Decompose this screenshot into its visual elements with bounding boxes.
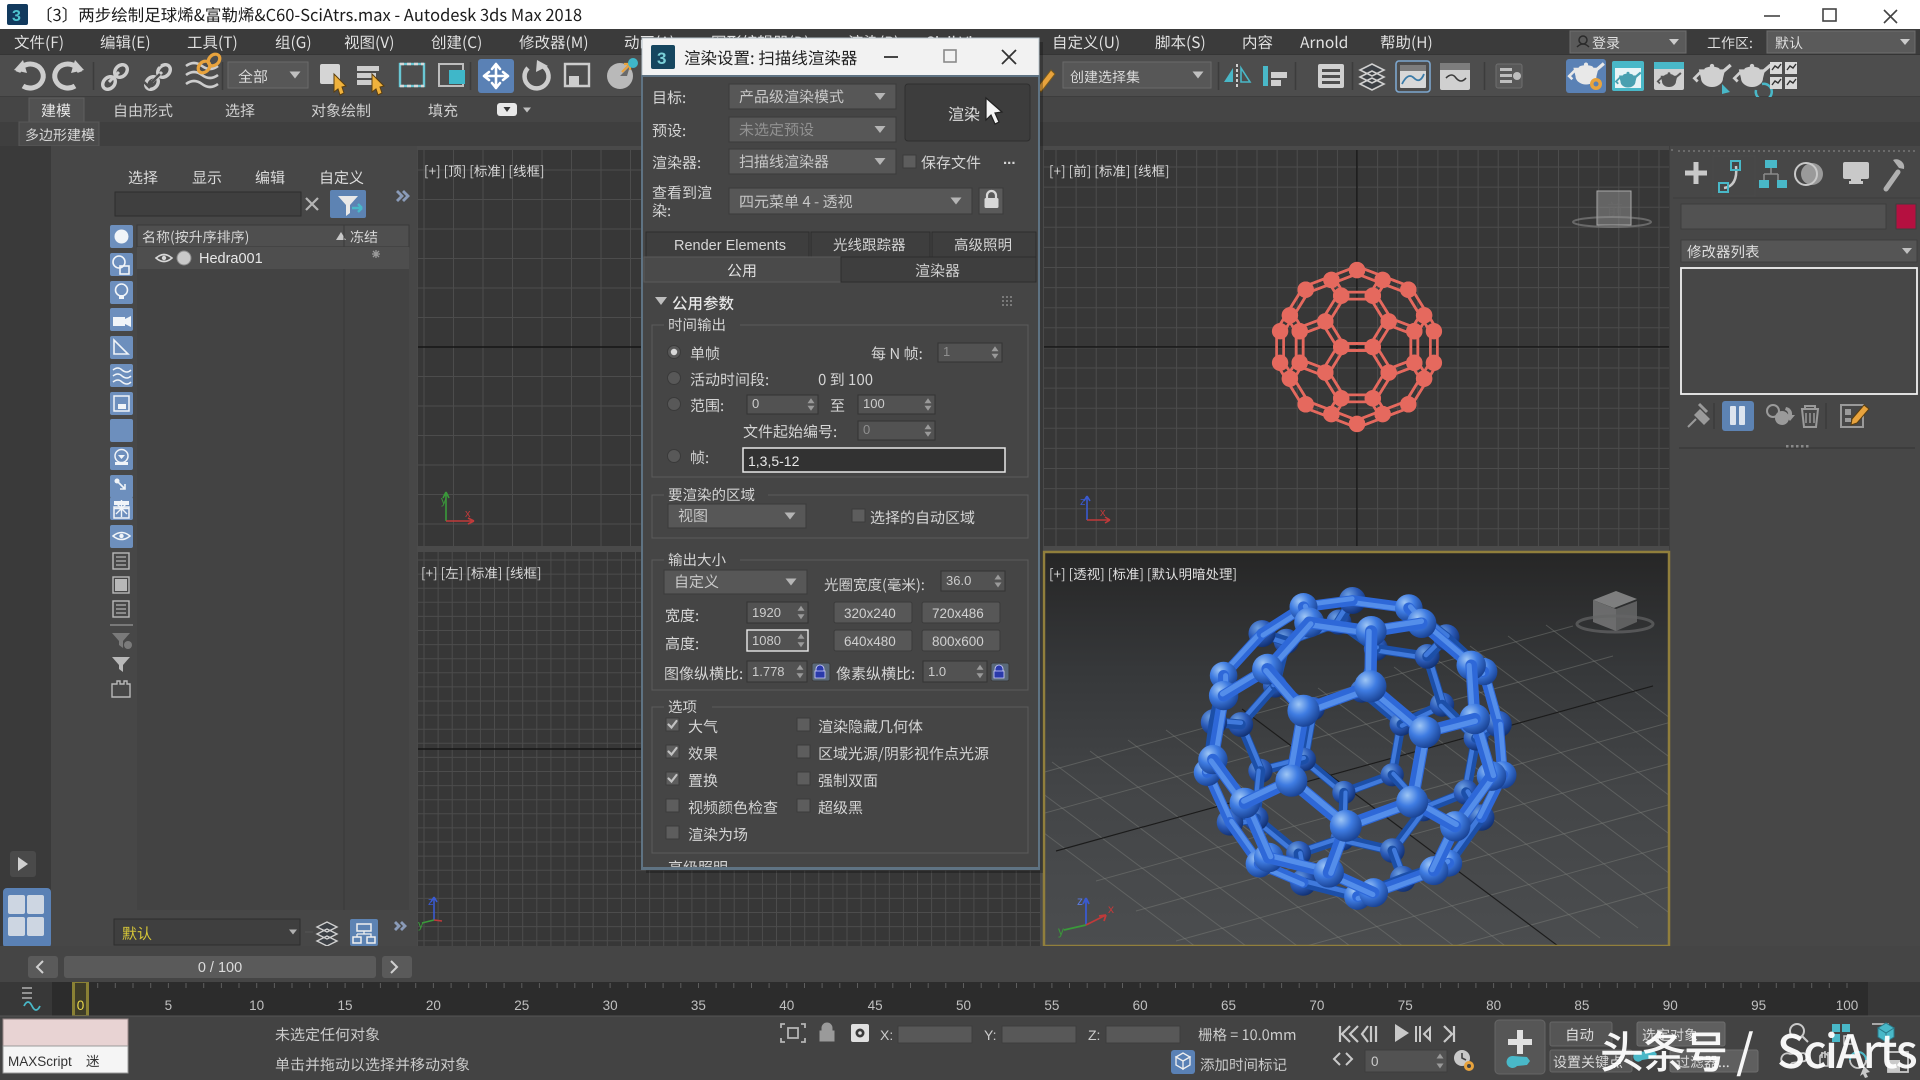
svg-text:80: 80: [1486, 998, 1501, 1013]
svg-text:30: 30: [603, 998, 618, 1013]
svg-text:1.0: 1.0: [928, 664, 946, 679]
svg-text:5: 5: [165, 998, 173, 1013]
svg-text:100: 100: [863, 396, 885, 411]
svg-text:720x486: 720x486: [932, 606, 984, 621]
svg-text:Z:: Z:: [1088, 1027, 1100, 1043]
svg-text:36.0: 36.0: [946, 573, 971, 588]
svg-text:x: x: [465, 508, 471, 520]
svg-text:y: y: [418, 919, 424, 931]
svg-text:3: 3: [12, 8, 21, 25]
svg-text:20: 20: [426, 998, 441, 1013]
svg-text:55: 55: [1044, 998, 1059, 1013]
svg-text:40: 40: [779, 998, 794, 1013]
svg-text:1: 1: [943, 344, 950, 359]
svg-text:800x600: 800x600: [932, 634, 984, 649]
svg-text:35: 35: [691, 998, 706, 1013]
svg-text:90: 90: [1663, 998, 1678, 1013]
svg-text:0: 0: [752, 396, 759, 411]
svg-text:z: z: [428, 896, 434, 908]
svg-text:65: 65: [1221, 998, 1236, 1013]
svg-text:75: 75: [1398, 998, 1413, 1013]
svg-text:z: z: [1077, 894, 1083, 908]
svg-text:640x480: 640x480: [844, 634, 896, 649]
svg-text:Render Elements: Render Elements: [674, 238, 786, 254]
svg-text:0: 0: [863, 422, 870, 437]
svg-text:1,3,5-12: 1,3,5-12: [748, 453, 800, 469]
svg-text:70: 70: [1309, 998, 1324, 1013]
svg-text:x: x: [1108, 902, 1114, 916]
svg-text:Y:: Y:: [984, 1027, 996, 1043]
svg-text:0: 0: [1371, 1054, 1379, 1069]
svg-text:MAXScript: MAXScript: [8, 1054, 72, 1069]
svg-text:25: 25: [514, 998, 529, 1013]
svg-text:x: x: [1100, 507, 1106, 519]
svg-text:50: 50: [956, 998, 971, 1013]
svg-text:y: y: [441, 495, 447, 507]
svg-text:0 / 100: 0 / 100: [198, 960, 242, 976]
svg-text:15: 15: [338, 998, 353, 1013]
svg-text:z: z: [1080, 496, 1086, 508]
svg-text:X:: X:: [880, 1027, 893, 1043]
svg-text:45: 45: [868, 998, 883, 1013]
svg-text:y: y: [1058, 924, 1064, 938]
svg-text:100: 100: [1836, 998, 1859, 1013]
svg-text:60: 60: [1133, 998, 1148, 1013]
svg-text:95: 95: [1751, 998, 1766, 1013]
svg-text:0: 0: [77, 998, 85, 1013]
svg-text:Hedra001: Hedra001: [199, 251, 263, 267]
svg-text:85: 85: [1574, 998, 1589, 1013]
svg-text:1.778: 1.778: [752, 664, 785, 679]
svg-text:...: ...: [1003, 151, 1016, 168]
svg-text:10: 10: [249, 998, 264, 1013]
svg-text:320x240: 320x240: [844, 606, 896, 621]
svg-text:1920: 1920: [752, 605, 781, 620]
svg-text:3: 3: [657, 49, 666, 68]
svg-text:1080: 1080: [752, 633, 781, 648]
